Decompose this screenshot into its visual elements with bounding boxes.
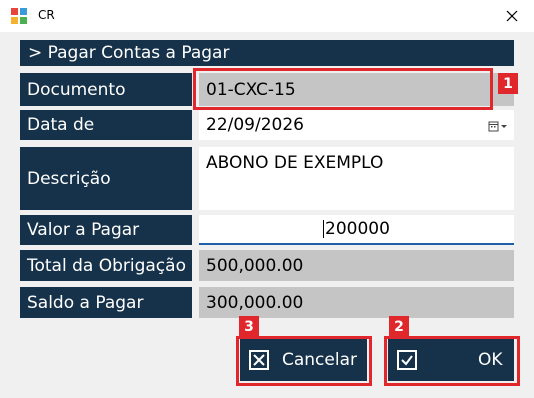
data-de-label: Data de [20, 110, 192, 140]
documento-label: Documento [20, 73, 192, 106]
badge-1: 1 [498, 73, 518, 94]
form-header: > Pagar Contas a Pagar [20, 40, 514, 66]
valor-a-pagar-value: 200000 [323, 219, 390, 239]
title-bar: CR [0, 0, 534, 32]
total-obrigacao-value: 500,000.00 [206, 255, 304, 276]
calendar-dropdown-icon [488, 121, 507, 132]
highlight-box-1 [193, 68, 493, 110]
saldo-a-pagar-field: 300,000.00 [199, 287, 514, 318]
total-obrigacao-field: 500,000.00 [199, 250, 514, 281]
badge-2: 2 [389, 316, 409, 337]
app-icon [11, 8, 27, 24]
saldo-a-pagar-label: Saldo a Pagar [20, 287, 192, 318]
descricao-textarea[interactable]: ABONO DE EXEMPLO [199, 147, 514, 210]
descricao-label: Descrição [20, 147, 192, 210]
data-de-picker[interactable]: 22/09/2026 [199, 110, 514, 140]
close-button[interactable] [498, 0, 526, 32]
total-obrigacao-label: Total da Obrigação [20, 250, 192, 281]
window-title: CR [38, 8, 55, 22]
highlight-box-3 [236, 336, 372, 386]
calendar-dropdown-button[interactable] [488, 119, 508, 133]
badge-3: 3 [239, 316, 259, 337]
data-de-value: 22/09/2026 [206, 115, 304, 135]
saldo-a-pagar-value: 300,000.00 [206, 292, 304, 313]
highlight-box-2 [384, 336, 520, 386]
valor-a-pagar-input[interactable]: 200000 [199, 215, 514, 245]
valor-a-pagar-label: Valor a Pagar [20, 215, 192, 245]
descricao-value: ABONO DE EXEMPLO [206, 153, 384, 173]
close-icon [506, 10, 518, 22]
